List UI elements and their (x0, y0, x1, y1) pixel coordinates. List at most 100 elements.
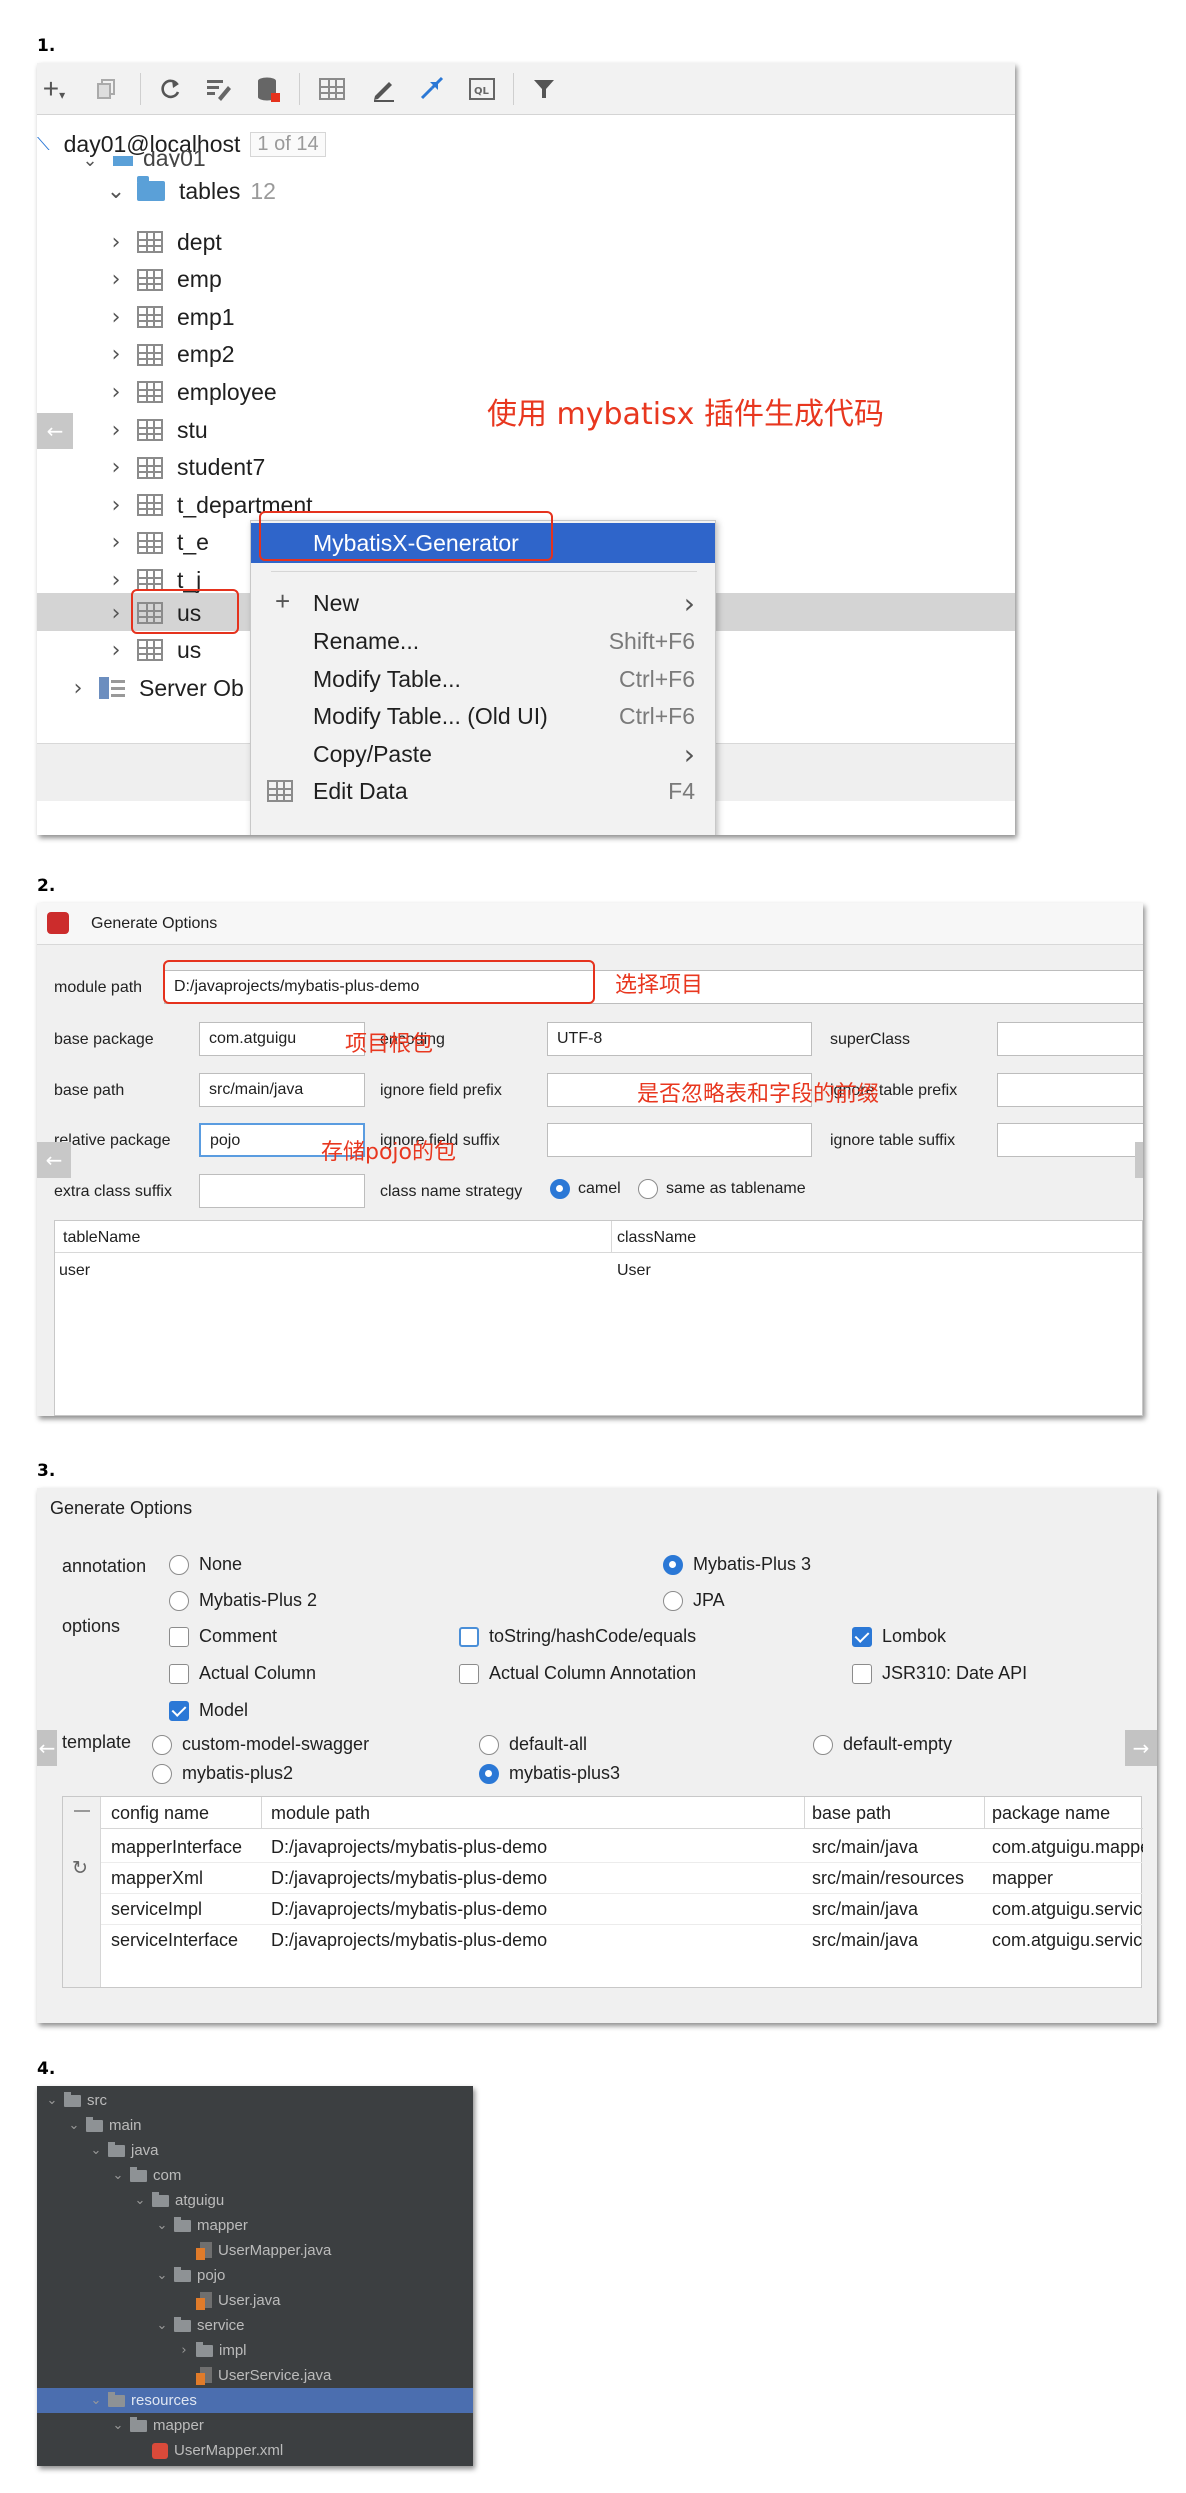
template-custom-model-swagger[interactable]: custom-model-swagger (152, 1734, 369, 1755)
sql-console-icon[interactable]: QL (467, 75, 497, 103)
option-lombok[interactable]: Lombok (852, 1626, 946, 1647)
tree-row-table[interactable]: › student7 (103, 449, 266, 487)
tables-folder-row[interactable]: ⌄ tables 12 (103, 172, 276, 210)
refresh-icon[interactable] (155, 75, 185, 103)
column-header-package-name[interactable]: package name (992, 1803, 1110, 1824)
option-tostring-hashcode-equals[interactable]: toString/hashCode/equals (459, 1626, 696, 1647)
pencil-icon[interactable] (369, 75, 399, 103)
file-item[interactable]: User.java (37, 2288, 473, 2313)
chevron-right-icon[interactable]: › (103, 601, 129, 626)
chevron-down-icon[interactable]: ⌄ (153, 2218, 171, 2233)
table-row[interactable]: serviceImpl D:/javaprojects/mybatis-plus-… (101, 1895, 1143, 1925)
option-model[interactable]: Model (169, 1700, 248, 1721)
encoding-field[interactable]: UTF-8 (547, 1022, 812, 1056)
option-actual-column[interactable]: Actual Column (169, 1663, 316, 1684)
extra-class-suffix-field[interactable] (199, 1174, 365, 1208)
folder-item[interactable]: ⌄ com (37, 2163, 473, 2188)
tree-row-table[interactable]: › stu (103, 411, 208, 449)
annotation-option-jpa[interactable]: JPA (663, 1590, 725, 1611)
database-icon[interactable] (253, 75, 283, 103)
ignore-table-prefix-field[interactable] (997, 1073, 1143, 1107)
chevron-right-icon[interactable]: › (103, 493, 129, 518)
base-package-field[interactable]: com.atguigu (199, 1022, 365, 1056)
chevron-right-icon[interactable]: › (103, 568, 129, 593)
chevron-right-icon[interactable]: › (175, 2343, 193, 2358)
column-header-config-name[interactable]: config name (111, 1803, 209, 1824)
folder-item[interactable]: › impl (37, 2338, 473, 2363)
edit-schema-icon[interactable] (203, 75, 233, 103)
chevron-right-icon[interactable]: › (103, 305, 129, 330)
left-arrow-icon[interactable]: ← (37, 1730, 57, 1766)
annotation-option-mybatis-plus-2[interactable]: Mybatis-Plus 2 (169, 1590, 317, 1611)
chevron-down-icon[interactable]: ⌄ (109, 2418, 127, 2433)
tree-row-table[interactable]: › t_e (103, 524, 209, 562)
chevron-right-icon[interactable]: › (65, 676, 91, 701)
filter-icon[interactable] (529, 75, 559, 103)
option-comment[interactable]: Comment (169, 1626, 277, 1647)
folder-item[interactable]: ⌄ service (37, 2313, 473, 2338)
table-row[interactable]: mapperInterface D:/javaprojects/mybatis-p… (101, 1833, 1143, 1863)
left-arrow-icon[interactable]: ← (37, 413, 73, 449)
annotation-option-none[interactable]: None (169, 1554, 242, 1575)
left-arrow-icon[interactable]: ← (37, 1142, 71, 1178)
column-header-tablename[interactable]: tableName (63, 1229, 140, 1247)
column-header-classname[interactable]: className (617, 1229, 696, 1247)
chevron-down-icon[interactable]: ⌄ (131, 2193, 149, 2208)
base-path-field[interactable]: src/main/java (199, 1073, 365, 1107)
remove-row-icon[interactable] (74, 1810, 90, 1812)
table-icon[interactable] (317, 75, 347, 103)
menu-item-edit-data[interactable]: Edit Data F4 (251, 772, 715, 810)
chevron-right-icon[interactable]: › (103, 230, 129, 255)
chevron-right-icon[interactable]: › (103, 380, 129, 405)
chevron-right-icon[interactable]: › (103, 267, 129, 292)
ignore-field-suffix-field[interactable] (547, 1123, 812, 1157)
tree-row-table[interactable]: › emp1 (103, 298, 235, 336)
duplicate-icon[interactable] (91, 75, 121, 103)
jump-icon[interactable] (417, 75, 447, 103)
option-jsr310-date-api[interactable]: JSR310: Date API (852, 1663, 1027, 1684)
table-row[interactable]: serviceInterface D:/javaprojects/mybatis-… (101, 1926, 1143, 1956)
tree-row-table[interactable]: › employee (103, 373, 277, 411)
ignore-table-suffix-field[interactable] (997, 1123, 1143, 1157)
option-actual-column-annotation[interactable]: Actual Column Annotation (459, 1663, 696, 1684)
tree-row-table[interactable]: › dept (103, 223, 222, 261)
tree-row-table[interactable]: › emp (103, 261, 222, 299)
superclass-field[interactable] (997, 1022, 1143, 1056)
folder-item[interactable]: ⌄ src (37, 2088, 473, 2113)
folder-item[interactable]: ⌄ mapper (37, 2213, 473, 2238)
folder-item[interactable]: ⌄ pojo (37, 2263, 473, 2288)
annotation-option-mybatis-plus-3[interactable]: Mybatis-Plus 3 (663, 1554, 811, 1575)
chevron-right-icon[interactable]: › (103, 342, 129, 367)
chevron-down-icon[interactable]: ⌄ (103, 179, 129, 204)
server-objects-row[interactable]: › Server Ob (65, 669, 244, 707)
chevron-down-icon[interactable]: ⌄ (153, 2318, 171, 2333)
chevron-down-icon[interactable]: ⌄ (87, 2143, 105, 2158)
menu-item-modify-table-old-ui[interactable]: Modify Table... (Old UI) Ctrl+F6 (251, 697, 715, 735)
folder-item[interactable]: ⌄ atguigu (37, 2188, 473, 2213)
template-default-all[interactable]: default-all (479, 1734, 587, 1755)
chevron-down-icon[interactable]: ⌄ (153, 2268, 171, 2283)
table-row[interactable]: mapperXml D:/javaprojects/mybatis-plus-de… (101, 1864, 1143, 1894)
chevron-down-icon[interactable]: ⌄ (43, 2093, 61, 2108)
add-icon[interactable]: + ▾ (39, 73, 69, 104)
folder-item[interactable]: ⌄ resources (37, 2388, 473, 2413)
chevron-down-icon[interactable]: ⌄ (87, 2393, 105, 2408)
template-default-empty[interactable]: default-empty (813, 1734, 952, 1755)
right-arrow-icon[interactable]: → (1125, 1730, 1157, 1766)
template-mybatis-plus3[interactable]: mybatis-plus3 (479, 1763, 620, 1784)
menu-item-copy-paste[interactable]: Copy/Paste › (251, 735, 715, 773)
chevron-right-icon[interactable]: › (103, 455, 129, 480)
template-mybatis-plus2[interactable]: mybatis-plus2 (152, 1763, 293, 1784)
menu-item-rename[interactable]: Rename... Shift+F6 (251, 622, 715, 660)
strategy-camel-radio[interactable]: camel (550, 1179, 621, 1199)
strategy-same-radio[interactable]: same as tablename (638, 1179, 806, 1199)
file-item[interactable]: UserService.java (37, 2363, 473, 2388)
column-header-base-path[interactable]: base path (812, 1803, 891, 1824)
folder-item[interactable]: ⌄ main (37, 2113, 473, 2138)
chevron-right-icon[interactable]: › (103, 530, 129, 555)
table-row[interactable]: user User (55, 1255, 1142, 1285)
folder-item[interactable]: ⌄ java (37, 2138, 473, 2163)
chevron-right-icon[interactable]: › (103, 638, 129, 663)
chevron-down-icon[interactable]: ⌄ (65, 2118, 83, 2133)
menu-item-new[interactable]: + New › (251, 584, 715, 622)
